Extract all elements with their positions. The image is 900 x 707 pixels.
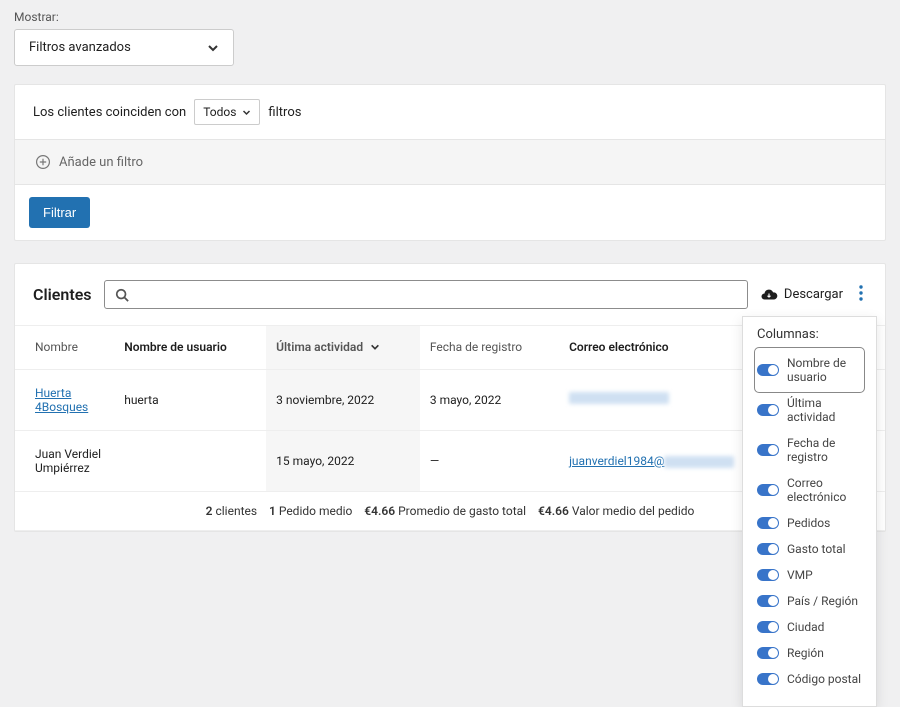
- search-input-wrap[interactable]: [104, 280, 748, 309]
- add-filter-button[interactable]: Añade un filtro: [15, 139, 885, 185]
- filter-match-row: Los clientes coinciden con Todos filtros: [15, 85, 885, 139]
- match-select-label: Todos: [203, 105, 236, 119]
- columns-dropdown: Columnas: Nombre de usuario Última activ…: [742, 316, 877, 707]
- cell-registro: 3 mayo, 2022: [420, 369, 559, 430]
- customers-card: Clientes Descargar Nombre Nombre de usua…: [14, 263, 886, 532]
- search-icon: [115, 288, 129, 302]
- summary-clientes-t: clientes: [215, 504, 257, 518]
- blurred-email: [569, 392, 669, 404]
- column-toggle-item[interactable]: Código postal: [757, 666, 862, 692]
- download-label: Descargar: [784, 287, 843, 302]
- column-toggle-label: Última actividad: [787, 396, 862, 424]
- toggle-on-icon[interactable]: [757, 647, 779, 659]
- toggle-on-icon[interactable]: [757, 484, 779, 496]
- advanced-filters-label: Filtros avanzados: [29, 40, 131, 55]
- summary-gasto-n: €4.66: [364, 504, 395, 518]
- cloud-download-icon: [760, 286, 778, 304]
- column-toggle-item[interactable]: Región: [757, 640, 862, 666]
- column-toggle-item[interactable]: Gasto total: [757, 536, 862, 562]
- chevron-down-icon: [207, 42, 219, 54]
- chevron-down-icon: [242, 108, 251, 117]
- summary-clientes-n: 2: [206, 504, 213, 518]
- customer-name: Juan Verdiel Umpiérrez: [15, 430, 114, 491]
- col-ultima-label: Última actividad: [276, 340, 363, 354]
- email-link[interactable]: juanverdiel1984@: [569, 454, 664, 468]
- summary-valor-t: Valor medio del pedido: [572, 504, 695, 518]
- download-button[interactable]: Descargar: [760, 286, 843, 304]
- match-text-post: filtros: [268, 105, 301, 120]
- plus-circle-icon: [35, 154, 51, 170]
- toggle-on-icon[interactable]: [757, 364, 779, 376]
- column-toggle-label: Correo electrónico: [787, 476, 862, 504]
- match-all-select[interactable]: Todos: [194, 99, 260, 125]
- add-filter-label: Añade un filtro: [59, 155, 143, 170]
- kebab-icon: [859, 285, 863, 301]
- cell-registro: —: [420, 430, 559, 491]
- column-toggle-item[interactable]: Ciudad: [757, 614, 862, 640]
- column-toggle-item[interactable]: Pedidos: [757, 510, 862, 536]
- toggle-on-icon[interactable]: [757, 404, 779, 416]
- mostrar-label: Mostrar:: [14, 10, 886, 24]
- column-toggle-label: Pedidos: [787, 516, 830, 530]
- kebab-menu-button[interactable]: [855, 285, 867, 305]
- filter-button[interactable]: Filtrar: [29, 197, 90, 228]
- column-toggle-item[interactable]: Última actividad: [757, 390, 862, 430]
- column-toggle-label: VMP: [787, 568, 813, 582]
- match-text-pre: Los clientes coinciden con: [33, 105, 186, 120]
- toggle-on-icon[interactable]: [757, 543, 779, 555]
- cell-usuario: huerta: [114, 369, 266, 430]
- column-toggle-item[interactable]: Nombre de usuario: [757, 350, 862, 390]
- chevron-down-icon: [370, 342, 380, 352]
- toggle-on-icon[interactable]: [757, 444, 779, 456]
- column-toggle-item[interactable]: Correo electrónico: [757, 470, 862, 510]
- summary-pedido-n: 1: [269, 504, 276, 518]
- toggle-on-icon[interactable]: [757, 595, 779, 607]
- filter-footer: Filtrar: [15, 185, 885, 240]
- summary-valor-n: €4.66: [538, 504, 569, 518]
- columns-title: Columnas:: [757, 327, 862, 342]
- col-nombre[interactable]: Nombre: [15, 326, 114, 370]
- search-input[interactable]: [137, 287, 737, 302]
- toggle-on-icon[interactable]: [757, 517, 779, 529]
- column-toggle-item[interactable]: Fecha de registro: [757, 430, 862, 470]
- col-registro[interactable]: Fecha de registro: [420, 326, 559, 370]
- column-toggle-label: Fecha de registro: [787, 436, 862, 464]
- column-toggle-label: País / Región: [787, 594, 858, 608]
- column-toggle-label: Código postal: [787, 672, 861, 686]
- column-toggle-label: Región: [787, 646, 824, 660]
- customer-name-link[interactable]: Huerta 4Bosques: [35, 386, 88, 414]
- cell-ultima: 15 mayo, 2022: [266, 430, 420, 491]
- toggle-on-icon[interactable]: [757, 621, 779, 633]
- toggle-on-icon[interactable]: [757, 673, 779, 685]
- column-toggle-item[interactable]: País / Región: [757, 588, 862, 614]
- toggle-on-icon[interactable]: [757, 569, 779, 581]
- advanced-filters-select[interactable]: Filtros avanzados: [14, 29, 234, 66]
- page-title: Clientes: [33, 285, 92, 304]
- column-toggle-item[interactable]: VMP: [757, 562, 862, 588]
- blurred-email-part: [664, 456, 734, 468]
- summary-gasto-t: Promedio de gasto total: [398, 504, 526, 518]
- column-toggle-label: Nombre de usuario: [787, 356, 862, 384]
- cell-usuario: [114, 430, 266, 491]
- cell-ultima: 3 noviembre, 2022: [266, 369, 420, 430]
- filter-card: Los clientes coinciden con Todos filtros…: [14, 84, 886, 241]
- col-usuario[interactable]: Nombre de usuario: [114, 326, 266, 370]
- col-ultima-actividad[interactable]: Última actividad: [266, 326, 420, 370]
- summary-pedido-t: Pedido medio: [279, 504, 353, 518]
- column-toggle-label: Ciudad: [787, 620, 824, 634]
- column-toggle-label: Gasto total: [787, 542, 846, 556]
